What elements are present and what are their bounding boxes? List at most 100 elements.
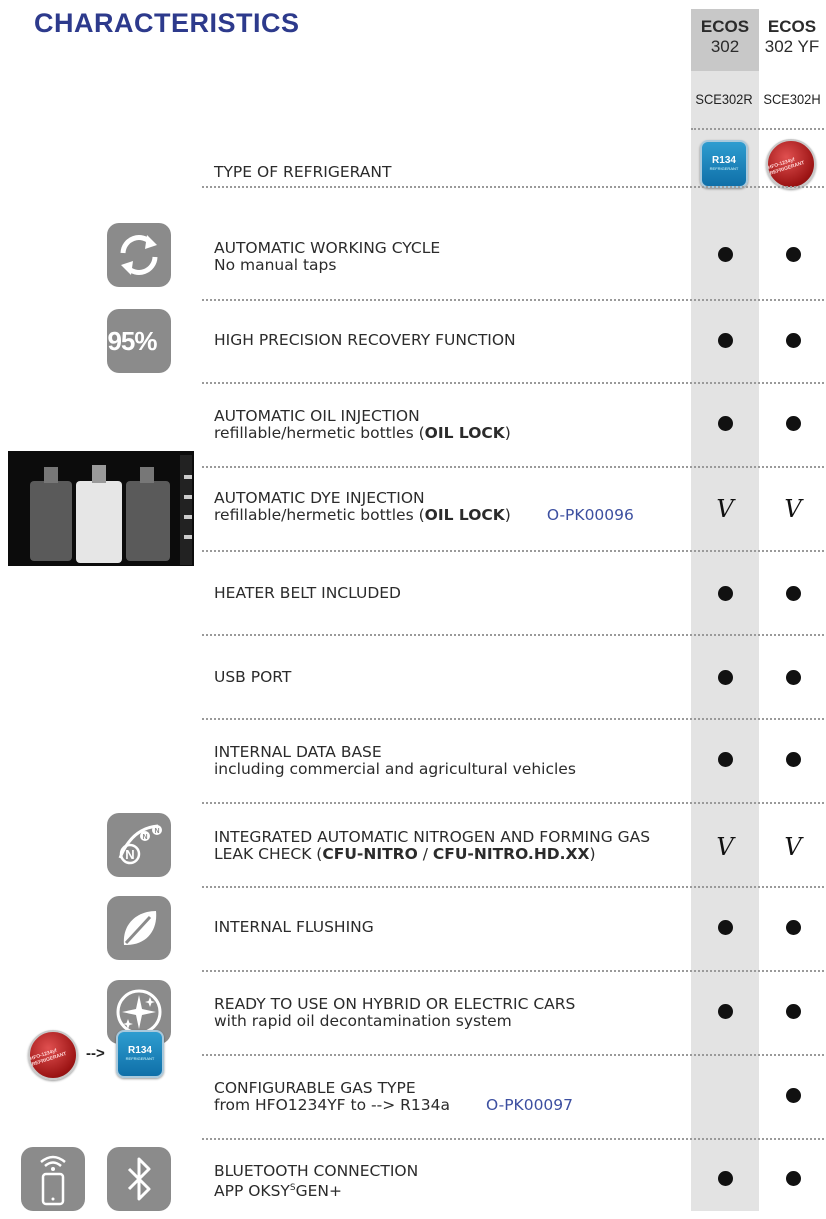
row-divider (691, 128, 824, 130)
row-divider (202, 886, 824, 888)
row-divider (202, 299, 824, 301)
svg-text:N: N (142, 834, 147, 841)
col2-mark (759, 920, 826, 939)
row-label-oil-injection: AUTOMATIC OIL INJECTION refillable/herme… (214, 408, 511, 442)
row-divider (202, 550, 824, 552)
r134-sublabel: REFRIGERANT (125, 1056, 155, 1061)
optional-v-mark: V (784, 495, 802, 523)
row-line1: BLUETOOTH CONNECTION (214, 1162, 419, 1180)
col2-mark (759, 333, 826, 352)
row-line2: including commercial and agricultural ve… (214, 760, 576, 778)
row-label-hybrid-electric: READY TO USE ON HYBRID OR ELECTRIC CARS … (214, 996, 575, 1030)
optional-v-mark: V (784, 833, 802, 861)
row-line2: LEAK CHECK (CFU-NITRO / CFU-NITRO.HD.XX) (214, 846, 650, 863)
row-line2: with rapid oil decontamination system (214, 1012, 512, 1030)
col1-mark (691, 1171, 759, 1190)
row-divider (202, 1054, 824, 1056)
included-dot-icon (717, 920, 733, 935)
row-label-configurable-gas: CONFIGURABLE GAS TYPE from HFO1234YF to … (214, 1080, 573, 1114)
line2-pre: refillable/hermetic bottles ( (214, 424, 425, 442)
row-line1: TYPE OF REFRIGERANT (214, 163, 392, 181)
col1-mark (691, 670, 759, 689)
line2-bold2: CFU-NITRO.HD.XX (432, 845, 590, 863)
line2-post: GEN+ (295, 1182, 343, 1201)
line2-bold: CFU-NITRO (322, 845, 418, 863)
row-line1: INTERNAL FLUSHING (214, 918, 374, 936)
row-line1: AUTOMATIC DYE INJECTION (214, 489, 425, 507)
col2-mark: V (759, 835, 826, 859)
percent-95-icon: 95% (107, 309, 171, 373)
r134-refrigerant-icon: R134 REFRIGERANT (700, 140, 748, 188)
row-line1: READY TO USE ON HYBRID OR ELECTRIC CARS (214, 995, 576, 1013)
column-code-sce302r: SCE302R (695, 91, 753, 107)
row-label-data-base: INTERNAL DATA BASE including commercial … (214, 744, 576, 778)
included-dot-icon (717, 333, 733, 348)
row-divider (202, 186, 824, 188)
included-dot-icon (785, 1004, 801, 1019)
line2-pre: LEAK CHECK ( (214, 845, 323, 863)
row-line2: from HFO1234YF to --> R134a O-PK00097 (214, 1097, 573, 1114)
column-version: 302 YF (764, 37, 820, 56)
line2-post: ) (589, 845, 596, 863)
included-dot-icon (785, 920, 801, 935)
line2-pre: refillable/hermetic bottles ( (214, 506, 425, 524)
option-code: O-PK00096 (546, 506, 634, 524)
hfo1234yf-refrigerant-icon: HFO-1234yf REFRIGERANT (766, 139, 816, 189)
column-header-ecos-302-yf: ECOS 302 YF (759, 17, 825, 57)
row-line1: INTEGRATED AUTOMATIC NITROGEN AND FORMIN… (214, 828, 651, 846)
row-label-automatic-cycle: AUTOMATIC WORKING CYCLE No manual taps (214, 240, 440, 274)
row-line2: No manual taps (214, 256, 337, 274)
included-dot-icon (785, 416, 801, 431)
col2-mark (759, 670, 826, 689)
row-label-bluetooth: BLUETOOTH CONNECTION APP OKSYSGEN+ (214, 1163, 418, 1200)
icon-text: 95% (107, 325, 157, 356)
col2-mark: V (759, 497, 826, 521)
row-divider (202, 466, 824, 468)
included-dot-icon (785, 752, 801, 767)
col1-mark (691, 752, 759, 771)
nitrogen-icon: NNN (107, 813, 171, 877)
row-line1: AUTOMATIC OIL INJECTION (214, 407, 420, 425)
row-divider (202, 802, 824, 804)
row-label-refrigerant-type: TYPE OF REFRIGERANT (214, 164, 391, 181)
row-line2: refillable/hermetic bottles (OIL LOCK) O-… (214, 507, 634, 524)
included-dot-icon (717, 247, 733, 262)
model-columns-background (691, 9, 759, 1211)
row-label-usb-port: USB PORT (214, 669, 291, 686)
row-label-dye-injection: AUTOMATIC DYE INJECTION refillable/herme… (214, 490, 634, 524)
line2-post: ) (504, 506, 511, 524)
line2-text: from HFO1234YF to --> R134a (214, 1096, 450, 1114)
included-dot-icon (785, 1088, 801, 1103)
row-line1: HIGH PRECISION RECOVERY FUNCTION (214, 331, 516, 349)
hfo-label: HFO-1234yf REFRIGERANT (767, 156, 806, 177)
svg-text:N: N (125, 847, 134, 862)
included-dot-icon (717, 670, 733, 685)
included-dot-icon (717, 586, 733, 601)
line2-bold: OIL LOCK (424, 506, 505, 524)
included-dot-icon (785, 333, 801, 348)
col2-mark (759, 1088, 826, 1107)
row-label-internal-flushing: INTERNAL FLUSHING (214, 919, 374, 936)
included-dot-icon (717, 1171, 733, 1186)
column-name: ECOS (767, 17, 817, 36)
conversion-arrow: --> (86, 1045, 105, 1062)
optional-v-mark: V (716, 495, 734, 523)
col1-mark: V (691, 497, 759, 521)
bottles-photo (8, 451, 194, 566)
row-label-heater-belt: HEATER BELT INCLUDED (214, 585, 401, 602)
svg-text:N: N (154, 828, 159, 835)
line2-post: ) (504, 424, 511, 442)
row-divider (202, 1138, 824, 1140)
line2-bold: OIL LOCK (424, 424, 505, 442)
hfo-label: HFO-1234yf REFRIGERANT (29, 1047, 68, 1068)
included-dot-icon (785, 670, 801, 685)
included-dot-icon (785, 247, 801, 262)
leaf-icon (107, 896, 171, 960)
col2-mark (759, 752, 826, 771)
col2-mark (759, 1171, 826, 1190)
r134-label: R134 (128, 1045, 152, 1056)
row-divider (202, 634, 824, 636)
r134-label: R134 (712, 155, 736, 166)
page-title: CHARACTERISTICS (34, 8, 300, 38)
col1-mark (691, 1004, 759, 1023)
